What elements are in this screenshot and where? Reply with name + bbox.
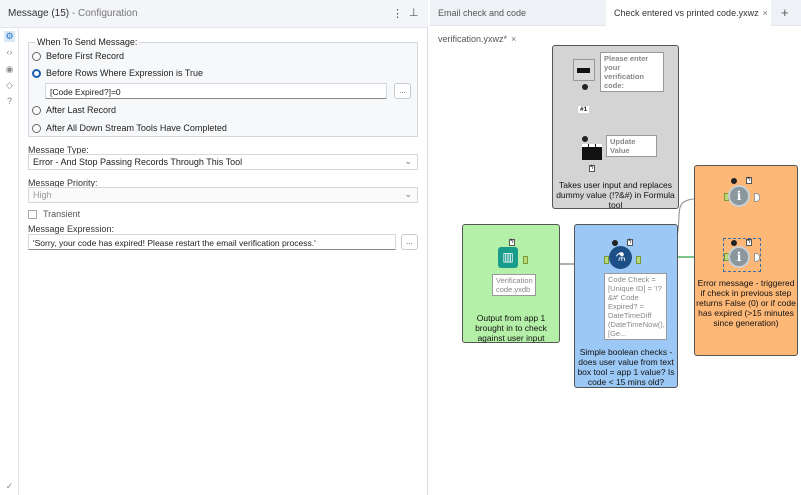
container-caption: Output from app 1 brought in to check ag… — [475, 313, 547, 343]
container-caption: Simple boolean checks - does user value … — [577, 347, 675, 387]
input-anchor — [731, 240, 737, 246]
bolt-icon: ϟ — [589, 165, 595, 172]
text-box-tool-icon[interactable] — [573, 59, 595, 81]
text-box-annotation: Please enter your verification code: — [600, 52, 664, 92]
output-anchor — [636, 256, 641, 264]
message-tool-info-icon[interactable]: i — [728, 185, 750, 207]
output-anchor — [523, 256, 528, 264]
message-tool-info-icon[interactable]: i — [728, 246, 750, 268]
input-anchor — [604, 256, 609, 264]
connections — [504, 84, 726, 265]
formula-flask-icon[interactable]: ⚗ — [609, 246, 632, 269]
bolt-icon: ϟ — [746, 177, 752, 184]
output-anchor — [582, 84, 588, 90]
input-anchor — [731, 178, 737, 184]
action-annotation: Update Value — [606, 135, 657, 157]
connection-label: #1 — [578, 106, 590, 113]
container-caption: Error message - triggered if check in pr… — [696, 278, 796, 328]
formula-annotation: Code Check = [Unique ID] = '!?&#' Code E… — [604, 273, 667, 340]
book-icon[interactable]: ▥ — [498, 247, 518, 268]
input-data-annotation: Verification code.yxdb — [492, 274, 536, 296]
input-anchor — [582, 136, 588, 142]
bolt-icon: ϟ — [509, 239, 515, 246]
action-tool-icon[interactable] — [582, 144, 602, 160]
input-anchor — [612, 240, 618, 246]
container-caption: Takes user input and replaces dummy valu… — [556, 180, 675, 210]
bolt-icon: ϟ — [746, 239, 752, 246]
bolt-icon: ϟ — [627, 239, 633, 246]
